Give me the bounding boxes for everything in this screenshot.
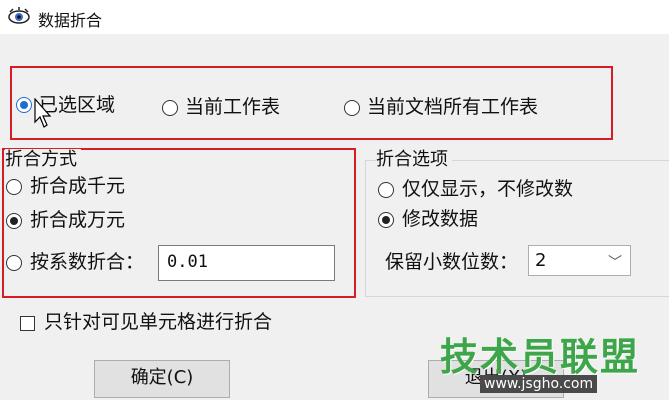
title-bar: 数据折合 (0, 0, 669, 34)
chevron-down-icon[interactable]: ﹀ (608, 250, 622, 276)
coefficient-input[interactable]: 0.01 (158, 245, 335, 281)
scope-current-sheet-radio[interactable] (162, 100, 178, 116)
method-ten-thousand-label[interactable]: 折合成万元 (30, 209, 125, 231)
options-group-left-border (365, 160, 366, 296)
window-title: 数据折合 (38, 11, 103, 30)
mouse-cursor-icon (34, 98, 52, 128)
ok-button[interactable]: 确定(C) (94, 360, 230, 398)
eye-app-icon (8, 7, 30, 24)
option-modify-data-label[interactable]: 修改数据 (402, 208, 478, 230)
method-thousand-label[interactable]: 折合成千元 (30, 175, 125, 197)
visible-only-checkbox[interactable] (20, 316, 35, 331)
decimals-select[interactable]: 2 ﹀ (528, 245, 631, 276)
decimals-label: 保留小数位数： (385, 251, 519, 273)
method-coefficient-label[interactable]: 按系数折合： (30, 251, 144, 273)
option-display-only-radio[interactable] (378, 182, 394, 198)
scope-all-sheets-label[interactable]: 当前文档所有工作表 (367, 96, 538, 118)
scope-all-sheets-radio[interactable] (344, 100, 360, 116)
options-group-title: 折合选项 (376, 149, 452, 171)
scope-current-sheet-label[interactable]: 当前工作表 (185, 96, 280, 118)
decimals-select-value: 2 (535, 250, 547, 271)
method-group-title: 折合方式 (5, 149, 81, 171)
method-ten-thousand-radio[interactable] (6, 213, 22, 229)
options-group-bottom-border (365, 296, 669, 297)
option-display-only-label[interactable]: 仅仅显示，不修改数 (402, 178, 573, 200)
method-coefficient-radio[interactable] (6, 255, 22, 271)
method-thousand-radio[interactable] (6, 179, 22, 195)
scope-selected-range-radio[interactable] (16, 97, 32, 113)
visible-only-label[interactable]: 只针对可见单元格进行折合 (44, 311, 272, 333)
exit-button[interactable]: 退出(X) (428, 360, 564, 398)
option-modify-data-radio[interactable] (378, 212, 394, 228)
